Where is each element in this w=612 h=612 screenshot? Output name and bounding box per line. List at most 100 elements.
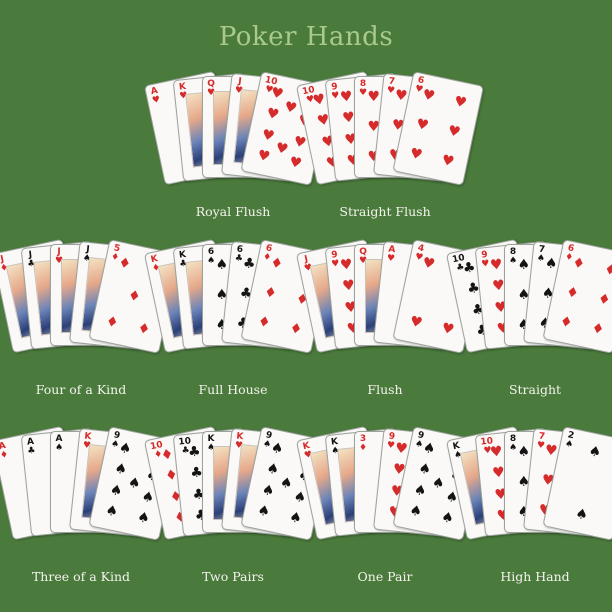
hearts-icon: ♥ [394, 440, 409, 458]
hand-high-hand: K♠10♥♥♥♥♥♥♥♥♥♥♥8♠♠♠♠♠♠♠♠♠7♥♥♥♥♥♥♥♥2♠♠♠ [445, 425, 612, 575]
hearts-icon: ♥ [452, 92, 469, 112]
diamonds-icon: ♦ [596, 290, 612, 309]
page-title: Poker Hands [218, 22, 394, 52]
spades-icon: ♠ [412, 481, 428, 500]
clubs-icon: ♣ [242, 254, 257, 273]
spades-icon: ♠ [269, 439, 285, 459]
hearts-icon: ♥ [282, 98, 299, 117]
hand-straight: 10♣♣♣♣♣♣♣♣♣♣♣9♥♥♥♥♥♥♥♥♥♥8♠♠♠♠♠♠♠♠♠7♠♠♠♠♠… [445, 238, 612, 388]
spades-icon: ♠ [264, 460, 281, 479]
spades-icon: ♠ [117, 439, 133, 459]
diamonds-icon: ♦ [256, 313, 272, 332]
hand-two-pairs: 10♦♦♦♦♦♦♦♦♦♦♦10♣♣♣♣♣♣♣♣♣♣♣K♠K♥9♠♠♠♠♠♠♠♠♠… [143, 425, 333, 575]
clubs-icon: ♣ [461, 259, 478, 278]
hand-label: Two Pairs [202, 569, 264, 584]
hearts-icon: ♥ [489, 256, 504, 274]
diamonds-icon: ♦ [602, 260, 612, 280]
hand-four-of-a-kind: J♦J♣J♥J♠5♦♦♦♦♦♦ [0, 238, 181, 388]
spades-icon: ♠ [421, 439, 437, 459]
hearts-icon: ♥ [420, 86, 437, 105]
hearts-icon: ♥ [287, 153, 304, 173]
spades-icon: ♠ [573, 505, 590, 524]
clubs-icon: ♣ [26, 445, 36, 457]
hand-full-house: K♦K♣6♠♠♠♠♠♠♠6♣♣♣♣♣♣♣6♦♦♦♦♦♦♦ [143, 238, 333, 388]
card-corner: A ♦ [0, 441, 10, 462]
hand-label: Royal Flush [195, 204, 271, 219]
hearts-icon: ♥ [264, 105, 281, 124]
hearts-icon: ♥ [544, 441, 559, 460]
spades-icon: ♠ [517, 443, 531, 460]
spades-icon: ♠ [112, 460, 129, 479]
diamonds-icon: ♦ [564, 283, 581, 303]
spades-icon: ♠ [544, 254, 559, 273]
hand-label: Flush [367, 382, 403, 397]
diamonds-icon: ♦ [126, 287, 143, 306]
diamonds-icon: ♦ [159, 446, 176, 465]
hearts-icon: ♥ [255, 147, 272, 166]
hearts-icon: ♥ [151, 94, 162, 107]
card-pips: ♦ ♦ ♦ ♦ ♦ ♦ [554, 254, 612, 340]
hand-label: Three of a Kind [31, 569, 131, 584]
card-pips: ♥ ♥ ♥ ♥ ♥ ♥ [404, 86, 473, 172]
spades-icon: ♠ [103, 502, 120, 521]
hearts-icon: ♥ [414, 115, 431, 135]
hand-label: High Hand [500, 569, 570, 584]
clubs-icon: ♣ [187, 443, 202, 461]
card-pips: ♠ ♠ [554, 441, 612, 527]
hand-label: Straight Flush [339, 204, 431, 219]
spades-icon: ♠ [215, 256, 229, 273]
spades-icon: ♠ [287, 508, 304, 528]
diamonds-icon: ♦ [262, 283, 279, 303]
hand-label: Straight [508, 382, 562, 397]
spades-icon: ♠ [126, 474, 143, 493]
hearts-icon: ♥ [339, 88, 354, 106]
hand-flush: J♥9♥♥♥♥♥♥♥♥♥♥Q♥A♥♥4♥♥♥♥♥ [295, 238, 485, 388]
hearts-icon: ♥ [367, 88, 381, 105]
card-corner: A ♥ [150, 86, 162, 107]
diamonds-icon: ♦ [558, 313, 574, 332]
hand-straight-flush: 10♥♥♥♥♥♥♥♥♥♥♥9♥♥♥♥♥♥♥♥♥♥8♥♥♥♥♥♥♥♥♥7♥♥♥♥♥… [295, 70, 485, 220]
spades-icon: ♠ [517, 256, 531, 273]
diamonds-icon: ♦ [570, 254, 587, 273]
spades-icon: ♠ [260, 481, 276, 500]
hearts-icon: ♥ [339, 256, 354, 274]
hearts-icon: ♥ [292, 133, 308, 152]
card-corner: A ♥ [386, 245, 396, 265]
hearts-icon: ♥ [269, 84, 285, 104]
spades-icon: ♠ [407, 502, 424, 521]
spades-icon: ♠ [439, 508, 456, 528]
hearts-icon: ♥ [386, 253, 396, 265]
hearts-icon: ♥ [274, 140, 290, 159]
spades-icon: ♠ [587, 443, 603, 462]
hearts-icon: ♥ [408, 145, 424, 164]
spades-icon: ♠ [430, 474, 447, 493]
hearts-icon: ♥ [439, 320, 456, 339]
diamonds-icon: ♦ [104, 313, 120, 332]
spades-icon: ♠ [135, 508, 152, 528]
hand-label: One Pair [357, 569, 413, 584]
diamonds-icon: ♦ [287, 320, 304, 339]
spades-icon: ♠ [55, 443, 64, 453]
hand-label: Four of a Kind [35, 382, 127, 397]
diamonds-icon: ♦ [116, 254, 133, 273]
hearts-icon: ♥ [311, 91, 328, 110]
diamonds-icon: ♦ [589, 320, 606, 339]
diamonds-icon: ♦ [0, 449, 10, 462]
spades-icon: ♠ [292, 488, 308, 507]
spades-icon: ♠ [416, 460, 433, 479]
hand-three-of-a-kind: A♦♦A♣♣A♠♠K♥9♠♠♠♠♠♠♠♠♠♠ [0, 425, 181, 575]
hearts-icon: ♥ [420, 254, 437, 273]
hearts-icon: ♥ [446, 122, 462, 141]
diamonds-icon: ♦ [268, 254, 285, 273]
hearts-icon: ♥ [489, 443, 504, 461]
spades-icon: ♠ [140, 488, 156, 507]
spades-icon: ♠ [278, 474, 295, 493]
hand-label: Full House [198, 382, 268, 397]
hearts-icon: ♥ [394, 86, 409, 105]
hearts-icon: ♥ [439, 152, 456, 171]
hand-royal-flush: A♥♥K♥Q♥J♥10♥♥♥♥♥♥♥♥♥♥♥ [143, 70, 333, 220]
spades-icon: ♠ [255, 502, 272, 521]
spades-icon: ♠ [108, 481, 124, 500]
hand-one-pair: K♥K♠3♦♦♦♦9♥♥♥♥♥♥♥♥♥♥9♠♠♠♠♠♠♠♠♠♠ [295, 425, 485, 575]
card-corner: A ♣ [26, 437, 36, 457]
